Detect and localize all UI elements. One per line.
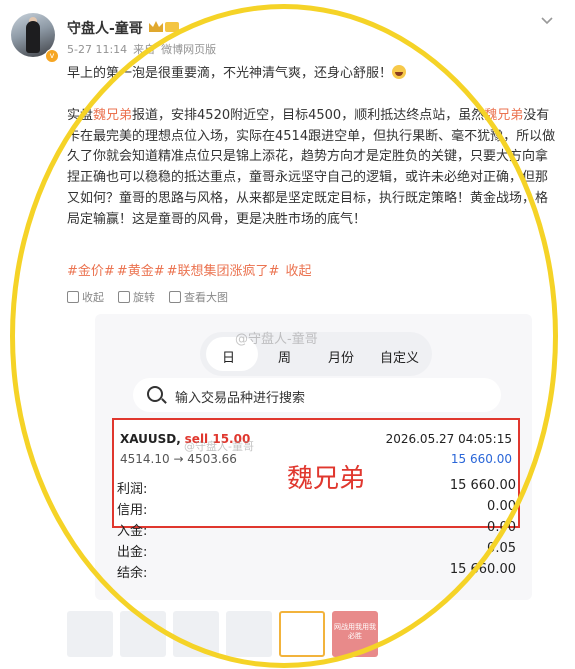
collapse-link[interactable]: 收起 xyxy=(281,264,312,279)
row-label: 结余: xyxy=(117,566,148,581)
row-value: 0.00 xyxy=(487,499,516,514)
collapse-icon xyxy=(67,291,79,303)
image-thumbnails: 网战用我用我必胜 xyxy=(67,611,378,657)
thumbnail[interactable]: 网战用我用我必胜 xyxy=(332,611,378,657)
row-value: 15 660.00 xyxy=(449,478,516,493)
zoom-icon xyxy=(169,291,181,303)
weibo-post-card: v 守盘人-童哥 5-27 11:14 来自 微博网页版 早上的第一泡是很重要滴，不… xyxy=(0,0,575,669)
post-text-paragraph: 实盘魏兄弟报道，安排4520附近空，目标4500，顺利抵达终点站，虽然魏兄弟没有… xyxy=(67,106,557,230)
view-large-button[interactable]: 查看大图 xyxy=(169,289,228,305)
search-placeholder: 输入交易品种进行搜索 xyxy=(175,391,306,406)
post-time[interactable]: 5-27 11:14 xyxy=(67,43,127,56)
trade-datetime: 2026.05.27 04:05:15 xyxy=(385,432,512,446)
row-value: 0.05 xyxy=(487,541,516,556)
para-post: 没有卡在最完美的理想点位入场，实际在4514跟进空单，但执行果断、毫不犹豫，所以… xyxy=(67,108,556,227)
verified-badge-icon: v xyxy=(45,49,59,63)
image-actions: 收起 旋转 查看大图 xyxy=(67,289,228,305)
search-bar: 输入交易品种进行搜索 xyxy=(133,378,501,412)
topic-tag[interactable]: #金价# xyxy=(67,264,115,279)
row-label: 利润: xyxy=(117,482,148,497)
collapse-label: 收起 xyxy=(82,291,104,304)
trade-profit: 15 660.00 xyxy=(450,452,512,466)
rotate-icon xyxy=(118,291,130,303)
row-label: 信用: xyxy=(117,503,148,518)
view-large-label: 查看大图 xyxy=(184,291,228,304)
para-mid: 报道，安排4520附近空，目标4500，顺利抵达终点站，虽然 xyxy=(132,108,485,123)
row-label: 入金: xyxy=(117,524,148,539)
thumbnail[interactable] xyxy=(226,611,272,657)
topic-tag[interactable]: #黄金# xyxy=(117,264,165,279)
row-value: 0.00 xyxy=(487,520,516,535)
thumbnail[interactable] xyxy=(173,611,219,657)
avatar-figure xyxy=(26,21,40,53)
price-move: 4514.10 → 4503.66 xyxy=(120,452,237,466)
thumbnail[interactable] xyxy=(120,611,166,657)
tab-week: 周 xyxy=(278,351,292,366)
rotate-label: 旋转 xyxy=(133,291,155,304)
watermark: @守盘人-童哥 xyxy=(184,440,254,453)
topic-tag[interactable]: #联想集团涨疯了# xyxy=(167,264,280,279)
post-text-line1-content: 早上的第一泡是很重要滴，不光神清气爽，还身心舒服！ xyxy=(67,66,393,81)
highlight-link[interactable]: 魏兄弟 xyxy=(93,108,132,123)
name-stamp: 魏兄弟 xyxy=(287,464,366,494)
post-image[interactable]: 日 周 月份 自定义 @守盘人-童哥 输入交易品种进行搜索 XAUUSD, se… xyxy=(95,314,532,600)
collapse-image-button[interactable]: 收起 xyxy=(67,289,104,305)
thumbnail-selected[interactable] xyxy=(279,611,325,657)
post-meta: 5-27 11:14 来自 微博网页版 xyxy=(67,41,222,57)
row-label: 出金: xyxy=(117,545,148,560)
laughing-emoji-icon xyxy=(392,65,407,79)
watermark: @守盘人-童哥 xyxy=(235,332,318,347)
source-prefix: 来自 xyxy=(133,43,156,56)
tab-month: 月份 xyxy=(328,351,355,366)
highlighted-trade-box: XAUUSD, sell 15.00 2026.05.27 04:05:15 4… xyxy=(112,418,520,528)
symbol: XAUUSD, xyxy=(120,432,181,446)
highlight-link[interactable]: 魏兄弟 xyxy=(484,108,523,123)
author-name[interactable]: 守盘人-童哥 xyxy=(67,18,143,38)
search-icon xyxy=(147,386,163,402)
rotate-button[interactable]: 旋转 xyxy=(118,289,155,305)
row-value: 15 660.00 xyxy=(449,562,516,577)
post-text-line1: 早上的第一泡是很重要滴，不光神清气爽，还身心舒服！ xyxy=(67,64,557,85)
thumbnail[interactable] xyxy=(67,611,113,657)
post-source: 微博网页版 xyxy=(161,43,217,56)
crown-badge-icon xyxy=(149,21,179,32)
chevron-down-icon[interactable] xyxy=(540,14,554,28)
post-tags: #金价# #黄金# #联想集团涨疯了# 收起 xyxy=(67,260,314,279)
tab-day: 日 xyxy=(222,351,236,366)
tab-custom: 自定义 xyxy=(380,351,420,366)
para-pre: 实盘 xyxy=(67,108,94,123)
